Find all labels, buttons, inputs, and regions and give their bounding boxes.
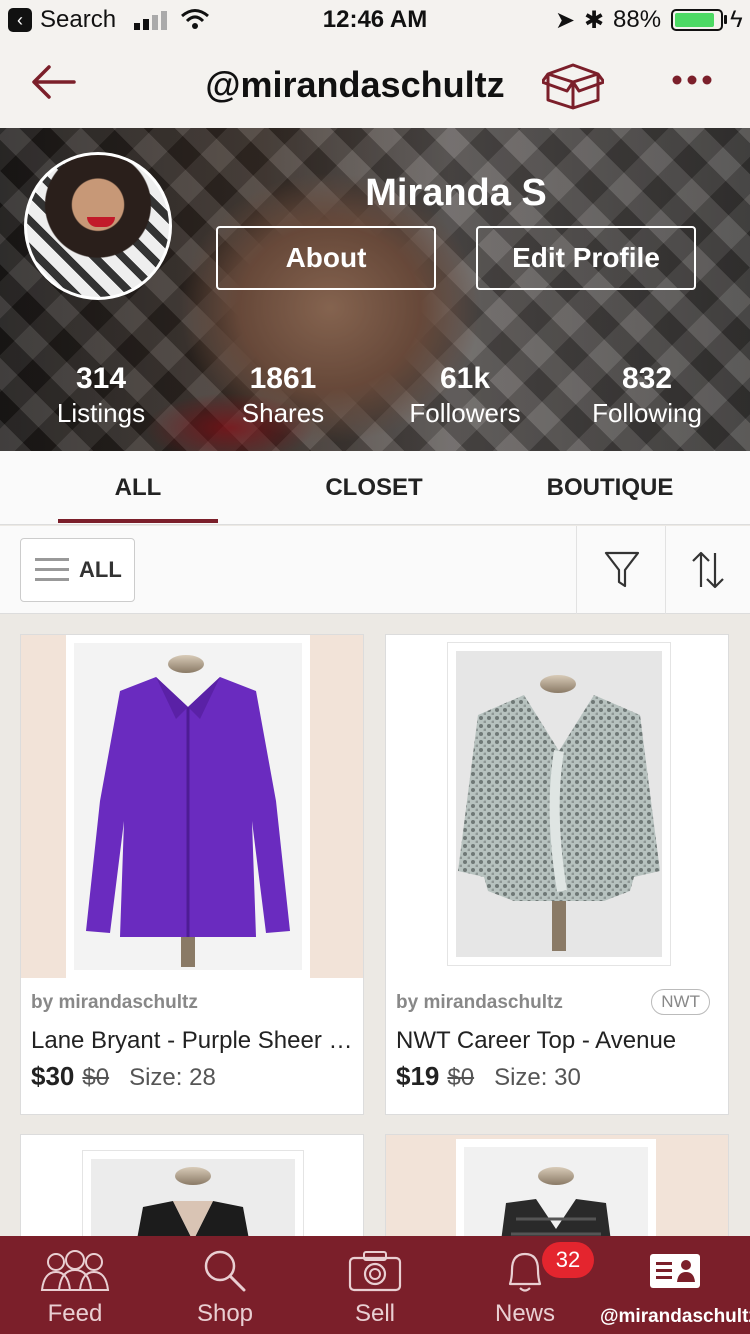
- tab-label: Shop: [196, 1300, 254, 1327]
- bluetooth-icon: ✱: [584, 7, 605, 34]
- listing-size: Size: 28: [129, 1064, 216, 1091]
- listing-prices: $30 $0 Size: 28: [31, 1061, 216, 1092]
- mannequin-icon: [538, 1167, 574, 1185]
- photo-frame: [83, 1151, 303, 1243]
- sort-button[interactable]: [665, 526, 750, 614]
- listing-seller[interactable]: by mirandaschultz: [31, 992, 198, 1014]
- tab-label: News: [494, 1300, 555, 1327]
- tab-all[interactable]: ALL: [58, 451, 218, 525]
- tab-sell[interactable]: Sell: [300, 1236, 450, 1334]
- news-count-badge: 32: [542, 1242, 594, 1278]
- tab-profile[interactable]: @mirandaschultz: [600, 1236, 750, 1334]
- charging-icon: ϟ: [730, 6, 743, 33]
- profile-name: Miranda S: [365, 172, 547, 214]
- profile-card-icon: [650, 1254, 700, 1288]
- stat-shares[interactable]: 1861 Shares: [192, 362, 374, 429]
- stat-value: 314: [75, 362, 127, 395]
- funnel-icon: [604, 551, 639, 588]
- listing-title[interactable]: NWT Career Top - Avenue: [396, 1027, 720, 1055]
- camera-icon: [348, 1251, 402, 1292]
- sort-arrows-icon: [692, 551, 724, 589]
- nav-bar: @mirandaschultz: [0, 40, 750, 128]
- listing-price: $19: [396, 1061, 440, 1091]
- stat-value: 61k: [439, 362, 491, 395]
- stat-followers[interactable]: 61k Followers: [374, 362, 556, 429]
- tab-boutique[interactable]: BOUTIQUE: [530, 451, 690, 525]
- photo-frame: [448, 643, 670, 965]
- stat-label: Following: [592, 398, 702, 428]
- status-bar: ‹ Search 12:46 AM ➤ ✱ 88% ϟ: [0, 0, 750, 40]
- stat-label: Followers: [409, 398, 521, 428]
- bottom-tab-bar: Feed Shop Sell News @mirandaschultz: [0, 1236, 750, 1334]
- tab-label: Sell: [354, 1300, 396, 1327]
- photo-frame: [456, 1139, 656, 1243]
- listing-photo[interactable]: [21, 1135, 363, 1243]
- tab-closet[interactable]: CLOSET: [294, 451, 454, 525]
- tab-label: @mirandaschultz: [600, 1306, 750, 1327]
- listing-title[interactable]: Lane Bryant - Purple Sheer Blouse: [31, 1027, 355, 1055]
- tab-label: ALL: [114, 474, 162, 501]
- battery-icon: [671, 9, 723, 31]
- photo-frame: [66, 635, 310, 978]
- listing-size: Size: 30: [494, 1064, 581, 1091]
- stat-label: Listings: [56, 398, 146, 428]
- stat-value: 832: [621, 362, 673, 395]
- nwt-badge: NWT: [651, 989, 710, 1015]
- tab-selected-indicator: [58, 519, 218, 523]
- filter-button[interactable]: [576, 526, 666, 614]
- closet-tabs: ALL CLOSET BOUTIQUE: [0, 451, 750, 525]
- listing-photo[interactable]: [386, 1135, 728, 1243]
- stat-value: 1861: [249, 362, 317, 395]
- listing-price: $30: [31, 1061, 75, 1091]
- tab-label: Feed: [47, 1300, 103, 1327]
- listing-photo[interactable]: [21, 635, 363, 978]
- people-icon: [40, 1250, 110, 1291]
- battery-fill: [675, 13, 714, 27]
- tab-shop[interactable]: Shop: [150, 1236, 300, 1334]
- avatar-detail: [87, 217, 115, 227]
- battery-tip: [724, 15, 727, 24]
- tab-feed[interactable]: Feed: [0, 1236, 150, 1334]
- search-icon: [204, 1250, 246, 1292]
- profile-banner: Miranda S About Edit Profile 314 Listing…: [0, 128, 750, 451]
- stat-following[interactable]: 832 Following: [556, 362, 738, 429]
- about-button[interactable]: About: [216, 226, 436, 290]
- listing-card[interactable]: [385, 1134, 729, 1244]
- listing-card[interactable]: by mirandaschultz Lane Bryant - Purple S…: [20, 634, 364, 1115]
- category-filter-button[interactable]: ALL: [20, 538, 135, 602]
- purple-blouse-image: [86, 677, 290, 967]
- listing-card[interactable]: [20, 1134, 364, 1244]
- avatar[interactable]: [24, 152, 172, 300]
- listing-photo[interactable]: [386, 635, 728, 978]
- open-box-icon[interactable]: [542, 60, 604, 110]
- location-icon: ➤: [555, 7, 576, 34]
- stat-label: Shares: [241, 398, 325, 428]
- hamburger-menu-icon: [35, 558, 69, 581]
- more-dots-icon[interactable]: [672, 74, 712, 86]
- listing-seller[interactable]: by mirandaschultz: [396, 992, 563, 1014]
- category-filter-label: ALL: [79, 557, 122, 582]
- stat-listings[interactable]: 314 Listings: [10, 362, 192, 429]
- battery-percent: 88%: [613, 6, 662, 33]
- gray-career-top-image: [458, 695, 660, 951]
- listing-original-price: $0: [447, 1064, 475, 1091]
- listing-prices: $19 $0 Size: 30: [396, 1061, 581, 1092]
- filter-bar: ALL: [0, 526, 750, 614]
- listing-original-price: $0: [82, 1064, 110, 1091]
- mannequin-icon: [175, 1167, 211, 1185]
- listing-card[interactable]: by mirandaschultz NWT NWT Career Top - A…: [385, 634, 729, 1115]
- edit-profile-button[interactable]: Edit Profile: [476, 226, 696, 290]
